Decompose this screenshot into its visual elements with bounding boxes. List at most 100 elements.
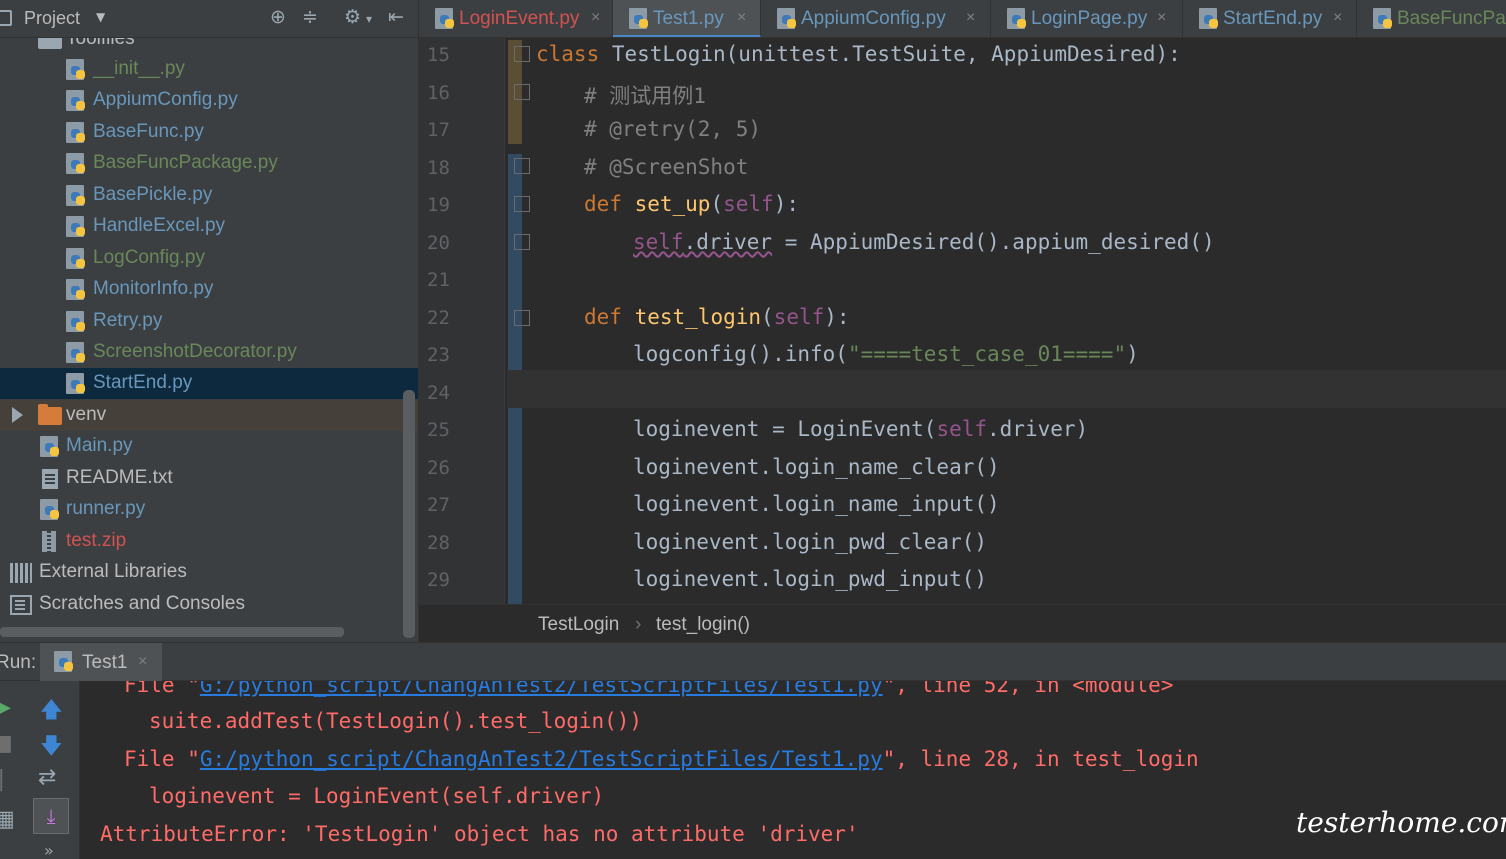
folder-icon: [38, 404, 62, 425]
tab-label: LoginEvent.py: [459, 8, 580, 29]
tree-item-appiumconfig[interactable]: AppiumConfig.py: [0, 85, 418, 116]
soft-wrap-icon[interactable]: ⇄: [38, 765, 56, 790]
tree-item-screenshotdecorator[interactable]: ScreenshotDecorator.py: [0, 337, 418, 368]
tree-item-label: LogConfig.py: [93, 247, 205, 268]
tree-item-scratches[interactable]: Scratches and Consoles: [0, 589, 418, 620]
horizontal-scrollbar[interactable]: [0, 627, 344, 637]
tree-item-label: Scratches and Consoles: [39, 593, 245, 614]
layout-icon[interactable]: ▦: [0, 807, 15, 832]
tree-item-main[interactable]: Main.py: [0, 431, 418, 462]
file-link[interactable]: G:/python_script/ChangAnTest2/TestScript…: [200, 747, 883, 771]
tree-item-label: MonitorInfo.py: [93, 278, 214, 299]
python-file-icon: [1199, 8, 1221, 30]
console-output[interactable]: File "G:/python_script/ChangAnTest2/Test…: [80, 681, 1506, 859]
tree-item-runner[interactable]: runner.py: [0, 494, 418, 525]
tree-item-retry[interactable]: Retry.py: [0, 306, 418, 337]
tree-item-basefunc[interactable]: BaseFunc.py: [0, 117, 418, 148]
run-panel: Run: Test1 × ▶ 🡅 ■ 🡇 ‖ ⇄ ▦ ⤓ » File "G:/…: [0, 642, 1506, 859]
tree-item-handleexcel[interactable]: HandleExcel.py: [0, 211, 418, 242]
editor: LoginEvent.py × Test1.py × AppiumConfig.…: [418, 0, 1506, 642]
code-area[interactable]: class TestLogin(unittest.TestSuite, Appi…: [419, 38, 1506, 604]
python-file-icon: [66, 248, 88, 270]
watermark: testerhome.com: [1296, 806, 1506, 839]
python-file-icon: [66, 153, 88, 175]
tab-loginpage[interactable]: LoginPage.py ×: [991, 0, 1183, 37]
more-icon[interactable]: »: [44, 841, 54, 859]
python-file-icon: [66, 122, 88, 144]
tree-item-label: runner.py: [66, 498, 146, 519]
tree-item-monitorinfo[interactable]: MonitorInfo.py: [0, 274, 418, 305]
tree-item-readme[interactable]: README.txt: [0, 463, 418, 494]
tab-label: LoginPage.py: [1031, 8, 1148, 29]
tab-label: StartEnd.py: [1223, 8, 1323, 29]
run-toolbar: ▶ 🡅 ■ 🡇 ‖ ⇄ ▦ ⤓ »: [0, 681, 80, 859]
settings-dropdown-icon[interactable]: ▾: [366, 12, 372, 26]
python-file-icon: [66, 279, 88, 301]
code-line-17: # @retry(2, 5): [584, 117, 762, 141]
tree-item-testzip[interactable]: test.zip: [0, 526, 418, 557]
code-line-23: logconfig().info("====test_case_01===="): [633, 342, 1139, 366]
scroll-to-end-icon[interactable]: ⤓: [33, 798, 69, 834]
rerun-icon[interactable]: ▶: [0, 695, 11, 720]
breadcrumb-method[interactable]: test_login(): [656, 614, 750, 636]
close-icon[interactable]: ×: [591, 9, 600, 27]
tree-item-label: test.zip: [66, 530, 127, 551]
python-file-icon: [40, 436, 62, 458]
tree-item-label: venv: [66, 404, 107, 425]
locate-icon[interactable]: ⊕: [270, 6, 286, 28]
vertical-scrollbar[interactable]: [403, 390, 415, 638]
project-header: Project ▼ ⊕ ≑ ⚙ ▾ ⇤: [0, 0, 418, 38]
python-file-icon: [66, 311, 88, 333]
python-file-icon: [435, 8, 457, 30]
code-line-16: # 测试用例1: [584, 84, 706, 108]
tree-item-logconfig[interactable]: LogConfig.py: [0, 243, 418, 274]
code-line-18: # @ScreenShot: [584, 155, 749, 179]
python-file-icon: [66, 59, 88, 81]
archive-icon: [42, 531, 56, 552]
python-file-icon: [40, 499, 62, 521]
tab-basefuncpackage[interactable]: BaseFuncPac: [1357, 0, 1506, 37]
code-line-29: loginevent.login_pwd_input(): [633, 567, 988, 591]
close-icon[interactable]: ×: [737, 9, 746, 27]
close-icon[interactable]: ×: [1333, 9, 1342, 27]
tree-item-basefuncpackage[interactable]: BaseFuncPackage.py: [0, 148, 418, 179]
pause-icon[interactable]: ‖: [0, 767, 5, 792]
tree-item-startend[interactable]: StartEnd.py: [0, 368, 418, 399]
tree-item-label: BaseFuncPackage.py: [93, 152, 278, 173]
tab-test1[interactable]: Test1.py ×: [613, 0, 761, 37]
collapse-all-icon[interactable]: ≑: [302, 6, 318, 28]
tab-loginevent[interactable]: LoginEvent.py ×: [419, 0, 613, 37]
expand-arrow-icon[interactable]: [12, 407, 23, 423]
code-line-15: class TestLogin(unittest.TestSuite, Appi…: [536, 42, 1181, 66]
file-link[interactable]: G:/python_script/ChangAnTest2/TestScript…: [200, 681, 883, 697]
code-line-25: loginevent = LoginEvent(self.driver): [633, 417, 1089, 441]
tab-label: BaseFuncPac: [1397, 8, 1506, 29]
tree-item-label: Retry.py: [93, 310, 163, 331]
breadcrumb-class[interactable]: TestLogin: [538, 614, 619, 636]
chevron-down-icon[interactable]: ▼: [96, 10, 105, 24]
tree-item-label: BasePickle.py: [93, 184, 213, 205]
close-icon[interactable]: ×: [138, 653, 147, 671]
tree-item-init[interactable]: __init__.py: [0, 54, 418, 85]
close-icon[interactable]: ×: [1157, 9, 1166, 27]
console-line: AttributeError: 'TestLogin' object has n…: [100, 822, 859, 846]
stop-icon[interactable]: ■: [0, 731, 13, 756]
run-label: Run:: [0, 652, 37, 673]
scroll-down-icon[interactable]: 🡇: [40, 729, 63, 767]
python-file-icon: [54, 651, 76, 673]
text-file-icon: [42, 469, 58, 489]
project-title[interactable]: Project: [24, 8, 80, 29]
tab-appiumconfig[interactable]: AppiumConfig.py ×: [761, 0, 991, 37]
scratch-icon: [10, 595, 32, 615]
scroll-up-icon[interactable]: 🡅: [40, 693, 63, 731]
tab-startend[interactable]: StartEnd.py ×: [1183, 0, 1357, 37]
project-icon: [0, 10, 12, 26]
tree-item-basepickle[interactable]: BasePickle.py: [0, 180, 418, 211]
hide-panel-icon[interactable]: ⇤: [388, 6, 404, 28]
run-tab-test1[interactable]: Test1 ×: [40, 643, 162, 681]
tree-item-external-libraries[interactable]: External Libraries: [0, 557, 418, 588]
close-icon[interactable]: ×: [966, 9, 975, 27]
gear-icon[interactable]: ⚙: [344, 6, 361, 28]
tree-item-venv[interactable]: venv: [0, 400, 418, 431]
code-line-26: loginevent.login_name_clear(): [633, 455, 1000, 479]
